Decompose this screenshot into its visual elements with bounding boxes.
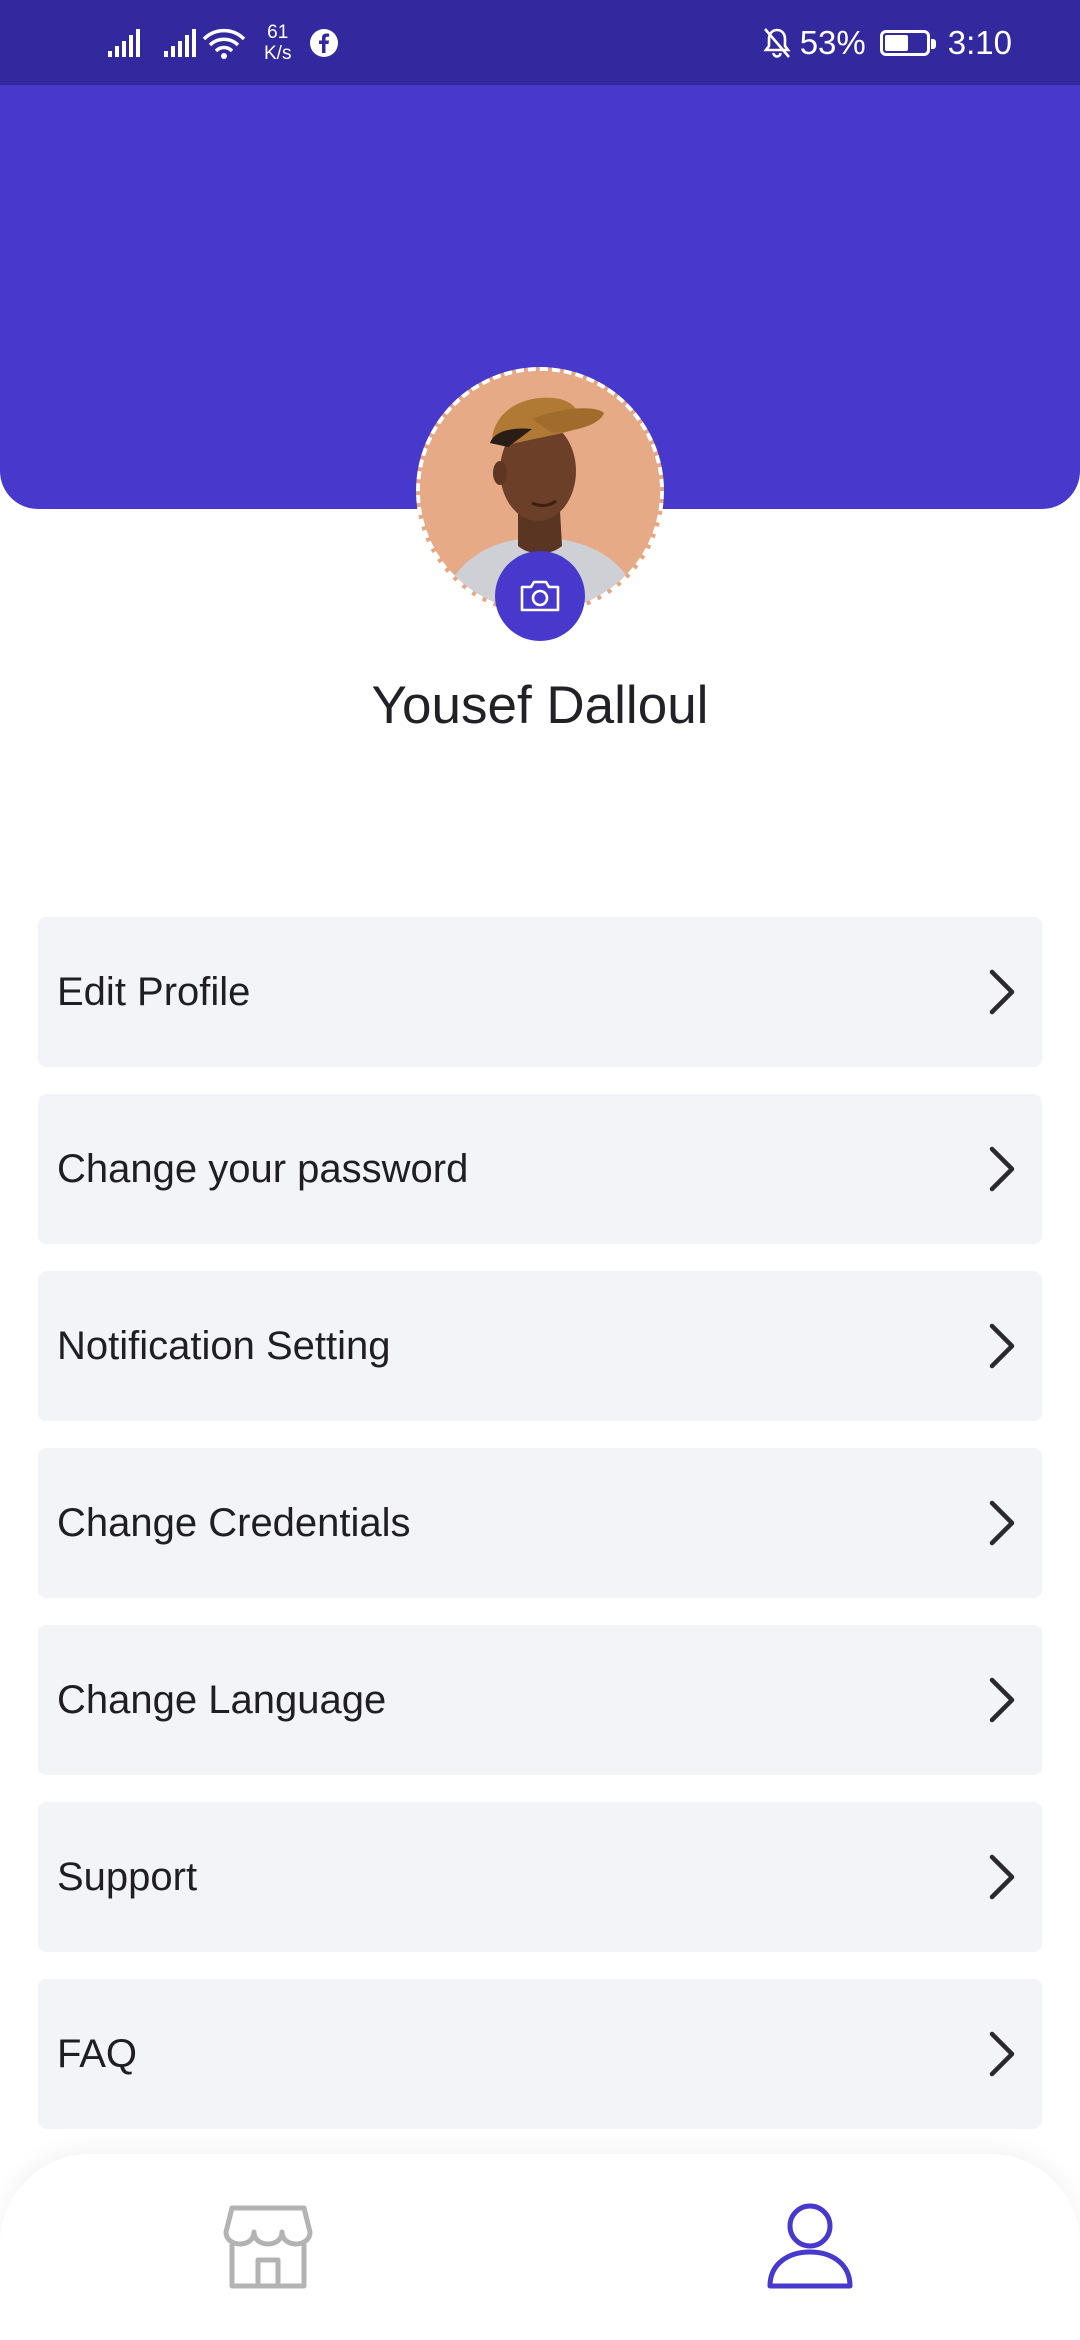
chevron-right-icon [989,1854,1015,1900]
menu-item-edit-profile[interactable]: Edit Profile [38,917,1042,1067]
menu-item-label: FAQ [57,2031,138,2076]
battery-icon [879,29,936,56]
camera-icon [520,580,560,612]
store-icon [223,2205,313,2289]
status-bar-left: 61 K/s [108,0,339,85]
user-icon [767,2203,853,2289]
menu-item-label: Change Credentials [57,1500,411,1545]
menu-item-change-language[interactable]: Change Language [38,1625,1042,1775]
menu-item-label: Change your password [57,1146,469,1191]
change-photo-button[interactable] [495,551,585,641]
signal-icon [164,28,196,57]
status-time: 3:10 [947,23,1012,61]
menu-item-label: Support [57,1854,198,1899]
mute-bell-icon [763,27,791,58]
user-name: Yousef Dalloul [371,676,709,735]
chevron-right-icon [989,1146,1015,1192]
facebook-icon [310,28,339,57]
net-speed: 61 K/s [264,22,291,64]
wifi-icon [202,28,246,59]
menu-item-notification-setting[interactable]: Notification Setting [38,1271,1042,1421]
battery-percent: 53% [799,23,866,61]
menu-item-label: Change Language [57,1677,387,1722]
settings-menu: Edit Profile Change your password Notifi… [38,917,1042,2156]
status-bar-right: 53% 3:10 [762,0,1012,85]
menu-item-change-password[interactable]: Change your password [38,1094,1042,1244]
status-bar: 61 K/s 53% 3:10 [0,0,1080,85]
net-speed-unit: K/s [264,42,292,64]
chevron-right-icon [989,1323,1015,1369]
menu-item-support[interactable]: Support [38,1802,1042,1952]
nav-tab-store[interactable] [222,2202,314,2297]
chevron-right-icon [989,2031,1015,2077]
menu-item-faq[interactable]: FAQ [38,1979,1042,2129]
net-speed-value: 61 [267,21,289,43]
menu-item-change-credentials[interactable]: Change Credentials [38,1448,1042,1598]
menu-item-label: Edit Profile [57,969,251,1014]
signal-icon [108,28,140,57]
nav-tab-profile[interactable] [766,2200,854,2295]
chevron-right-icon [989,1677,1015,1723]
menu-item-label: Notification Setting [57,1323,391,1368]
bottom-nav [0,2154,1080,2340]
chevron-right-icon [989,969,1015,1015]
chevron-right-icon [989,1500,1015,1546]
